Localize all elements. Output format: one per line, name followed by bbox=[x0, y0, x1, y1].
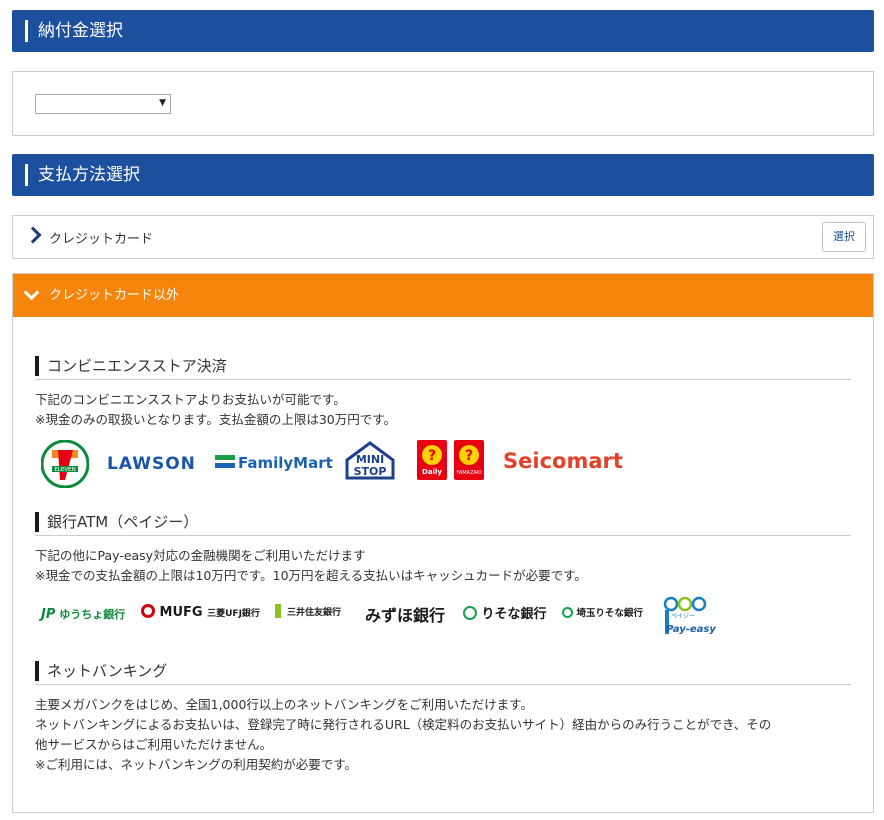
convenience-line-1: 下記のコンビニエンスストアよりお支払いが可能です。 bbox=[35, 392, 346, 407]
smbc-logo: 三井住友銀行 bbox=[275, 604, 341, 618]
seicomart-logo: Seicomart bbox=[503, 449, 623, 473]
netbank-description: 主要メガバンクをはじめ、全国1,000行以上のネットバンキングをご利用いただけま… bbox=[35, 695, 771, 775]
accordion-credit-card-row: クレジットカード 選択 bbox=[13, 216, 873, 258]
ministop-logo-text-2: STOP bbox=[354, 465, 387, 478]
netbank-title-text: ネットバンキング bbox=[47, 662, 168, 680]
payment-method-title: 支払方法選択 bbox=[38, 165, 140, 185]
netbank-line-1: 主要メガバンクをはじめ、全国1,000行以上のネットバンキングをご利用いただけま… bbox=[35, 697, 533, 712]
resona-logo-text: りそな銀行 bbox=[481, 607, 547, 622]
payment-item-select[interactable]: ▼ bbox=[35, 94, 171, 114]
mizuho-logo: みずほ銀行 bbox=[365, 606, 446, 625]
payeasy-logo-text: Pay-easy bbox=[666, 624, 716, 635]
saitama-resona-logo-text: 埼玉りそな銀行 bbox=[576, 608, 643, 619]
atm-line-2: ※現金での支払金額の上限は10万円です。10万円を超える支払いはキャッシュカード… bbox=[35, 568, 587, 583]
saitama-resona-logo: 埼玉りそな銀行 bbox=[562, 605, 643, 619]
convenience-section-title: コンビニエンスストア決済 bbox=[35, 354, 851, 380]
payeasy-logo: ペイジー Pay-easy bbox=[663, 596, 716, 635]
convenience-title-text: コンビニエンスストア決済 bbox=[47, 357, 227, 375]
ministop-logo: MINI STOP bbox=[345, 441, 395, 480]
mufg-logo-subtext: 三菱UFJ銀行 bbox=[207, 609, 260, 619]
daily-yamazaki-logo: ? Daily bbox=[417, 440, 447, 480]
convenience-description: 下記のコンビニエンスストアよりお支払いが可能です。 ※現金のみの取扱いとなります… bbox=[35, 390, 396, 430]
convenience-line-2: ※現金のみの取扱いとなります。支払金額の上限は30万円です。 bbox=[35, 412, 397, 427]
payment-item-panel: ▼ bbox=[12, 71, 874, 136]
yucho-bank-logo: JP ゆうちょ銀行 bbox=[41, 607, 126, 622]
chevron-right-icon bbox=[24, 226, 42, 244]
yamazaki-logo-text: YAMAZAKI bbox=[455, 470, 481, 476]
payment-item-title: 納付金選択 bbox=[38, 21, 123, 41]
payment-item-header: 納付金選択 bbox=[12, 10, 874, 52]
seven-eleven-logo: ELEVEN bbox=[41, 440, 89, 488]
daily-logo-text: Daily bbox=[422, 468, 442, 476]
lawson-logo: LAWSON bbox=[107, 454, 196, 474]
svg-text:?: ? bbox=[465, 448, 473, 464]
accordion-credit-card-label: クレジットカード bbox=[49, 232, 154, 247]
yucho-bank-logo-text: ゆうちょ銀行 bbox=[59, 608, 126, 621]
familymart-logo: FamilyMart bbox=[238, 454, 333, 472]
accordion-other-methods: クレジットカード以外 コンビニエンスストア決済 下記のコンビニエンスストアよりお… bbox=[12, 273, 874, 813]
netbank-line-2: ネットバンキングによるお支払いは、登録完了時に発行されるURL（検定料のお支払い… bbox=[35, 717, 772, 732]
select-credit-card-button[interactable]: 選択 bbox=[822, 222, 866, 252]
netbank-line-3: 他サービスからはご利用いただけません。 bbox=[35, 737, 273, 752]
resona-logo: りそな銀行 bbox=[463, 603, 547, 622]
familymart-stripes bbox=[215, 455, 235, 469]
atm-section-title: 銀行ATM（ペイジー） bbox=[35, 510, 851, 536]
atm-description: 下記の他にPay-easy対応の金融機関をご利用いただけます ※現金での支払金額… bbox=[35, 546, 587, 586]
accordion-other-header[interactable]: クレジットカード以外 bbox=[13, 274, 873, 317]
atm-line-1: 下記の他にPay-easy対応の金融機関をご利用いただけます bbox=[35, 548, 366, 563]
mufg-logo: MUFG 三菱UFJ銀行 bbox=[141, 604, 260, 620]
chevron-down-icon bbox=[23, 284, 40, 301]
seven-eleven-logo-text: ELEVEN bbox=[54, 467, 75, 473]
smbc-logo-text: 三井住友銀行 bbox=[287, 608, 342, 618]
svg-text:?: ? bbox=[428, 448, 436, 464]
payment-method-header: 支払方法選択 bbox=[12, 154, 874, 196]
payeasy-logo-subtext: ペイジー bbox=[671, 613, 695, 620]
netbank-line-4: ※ご利用には、ネットバンキングの利用契約が必要です。 bbox=[35, 757, 357, 772]
accordion-credit-card[interactable]: クレジットカード 選択 bbox=[12, 215, 874, 259]
atm-title-text: 銀行ATM（ペイジー） bbox=[47, 513, 199, 531]
yamazaki-shop-logo: ? YAMAZAKI bbox=[454, 440, 484, 480]
caret-down-icon: ▼ bbox=[159, 98, 166, 108]
mufg-logo-text: MUFG bbox=[159, 605, 203, 620]
netbank-section-title: ネットバンキング bbox=[35, 659, 851, 685]
accordion-other-label: クレジットカード以外 bbox=[49, 288, 180, 303]
